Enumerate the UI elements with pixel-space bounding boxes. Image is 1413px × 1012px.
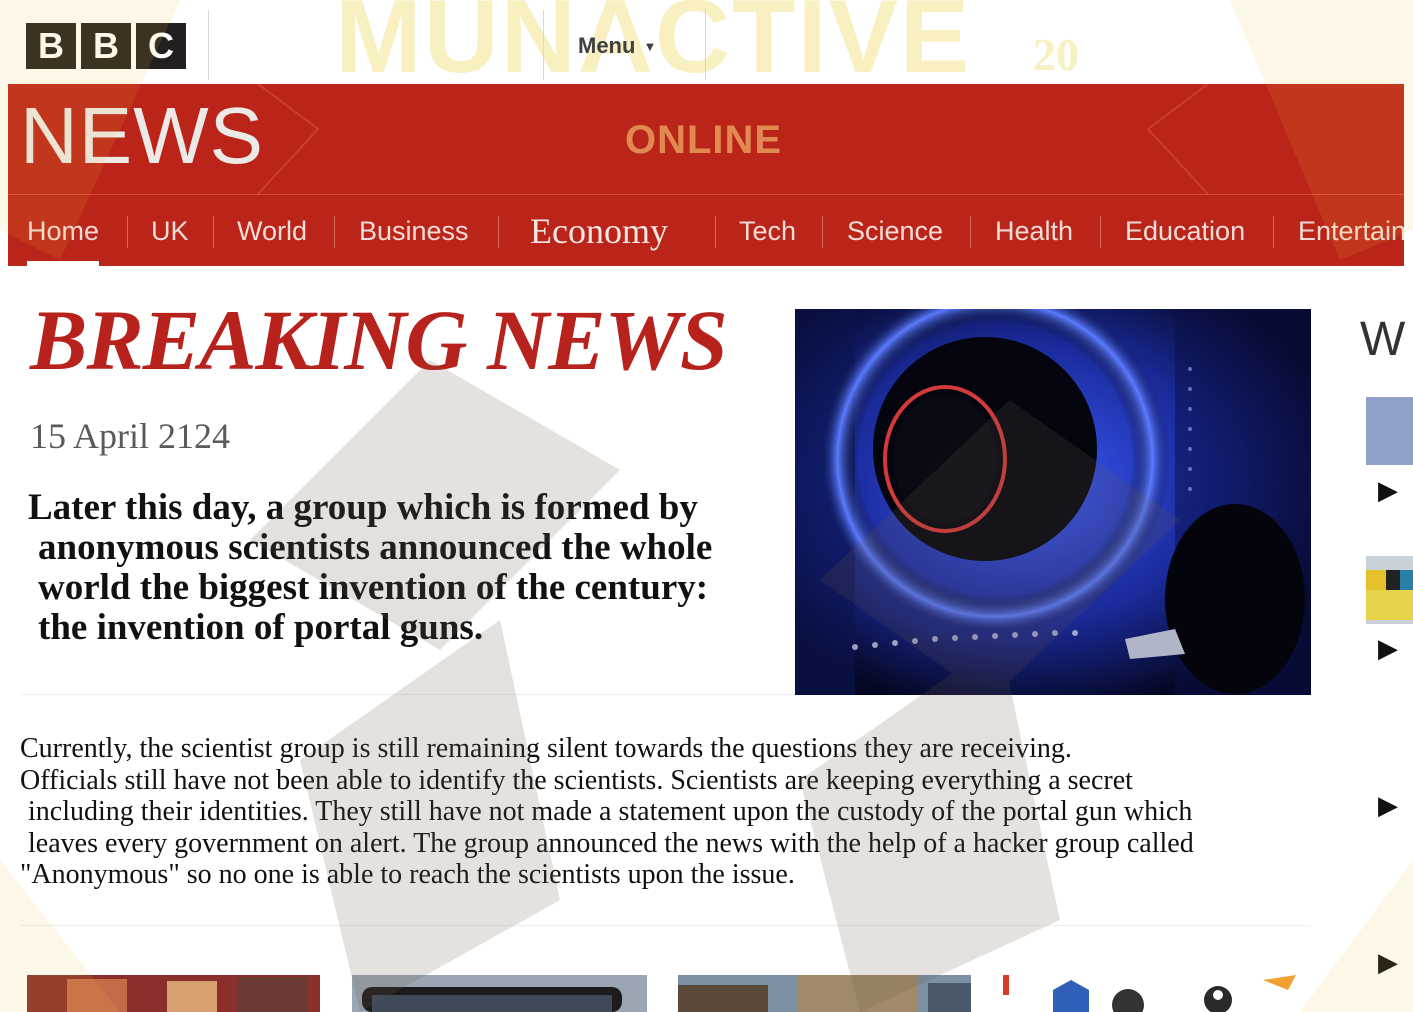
rail-thumbnail[interactable] [1366,556,1413,624]
body-line: "Anonymous" so no one is able to reach t… [20,859,795,890]
nav-separator [822,216,823,248]
lead-line: the invention of portal guns. [38,607,484,648]
story-thumbnail[interactable] [352,975,647,1012]
nav-item-world[interactable]: World [237,196,307,266]
story-thumbnail[interactable] [678,975,971,1012]
body-line: including their identities. They still h… [28,796,1193,827]
body-line: Currently, the scientist group is still … [20,733,1072,764]
nav-item-entertainment[interactable]: Entertain [1298,196,1404,266]
story-thumbnail-image [27,975,320,1012]
article-date: 15 April 2124 [30,416,231,456]
bbc-logo[interactable]: B B C [26,23,186,69]
banner-divider [8,194,1404,195]
logo-letter-b1: B [26,23,76,69]
header-divider [208,10,209,80]
body-line: leaves every government on alert. The gr… [28,827,1194,859]
story-thumbnail-image [352,975,647,1012]
nav-item-uk[interactable]: UK [151,196,189,266]
nav-separator [1273,216,1274,248]
nav-item-health[interactable]: Health [995,196,1073,266]
nav-item-home[interactable]: Home [27,196,100,266]
nav-item-business[interactable]: Business [359,196,469,266]
logo-letter-c: C [136,23,186,69]
nav-item-economy[interactable]: Economy [530,196,668,266]
nav-item-science[interactable]: Science [847,196,943,266]
nav-separator [334,216,335,248]
nav-separator [213,216,214,248]
body-line: Officials still have not been able to id… [20,764,1133,796]
story-thumbnail-image [1003,975,1296,1012]
lead-line: world the biggest invention of the centu… [38,567,709,608]
nav-separator [1100,216,1101,248]
story-thumbnail[interactable] [1003,975,1296,1012]
header-divider [705,10,706,80]
rail-thumbnail[interactable] [1366,397,1413,465]
menu-label: Menu [578,33,636,58]
online-label: ONLINE [625,118,783,162]
story-thumbnail[interactable] [27,975,320,1012]
nav-item-education[interactable]: Education [1125,196,1245,266]
play-arrow-icon[interactable]: ▶ [1378,947,1398,978]
article-body: Currently, the scientist group is still … [20,733,1194,891]
play-arrow-icon[interactable]: ▶ [1378,475,1398,506]
menu-button[interactable]: Menu ▼ [578,33,656,59]
article-lead: Later this day, a group which is formed … [28,488,788,648]
lead-line: Later this day, a group which is formed … [28,487,698,528]
article-image[interactable] [795,284,1311,695]
nav-separator [970,216,971,248]
section-divider [20,925,1310,926]
nav-item-tech[interactable]: Tech [739,196,796,266]
news-wordmark[interactable]: NEWS [20,90,264,182]
nav-separator [715,216,716,248]
logo-letter-b2: B [81,23,131,69]
play-arrow-icon[interactable]: ▶ [1378,633,1398,664]
play-arrow-icon[interactable]: ▶ [1378,790,1398,821]
lead-line: anonymous scientists announced the whole [38,527,713,568]
caret-down-icon: ▼ [643,38,657,54]
rail-heading: W [1360,313,1406,366]
nav-separator [498,216,499,248]
header-divider [543,10,544,80]
watermark-year: 20 [1033,29,1079,80]
portal-photo [795,284,1311,695]
article-headline: BREAKING NEWS [30,292,728,388]
rail-thumbnail-image [1366,556,1413,624]
nav-separator [127,216,128,248]
main-nav: Home UK World Business Economy Tech Scie… [8,196,1404,266]
story-thumbnail-image [678,975,971,1012]
